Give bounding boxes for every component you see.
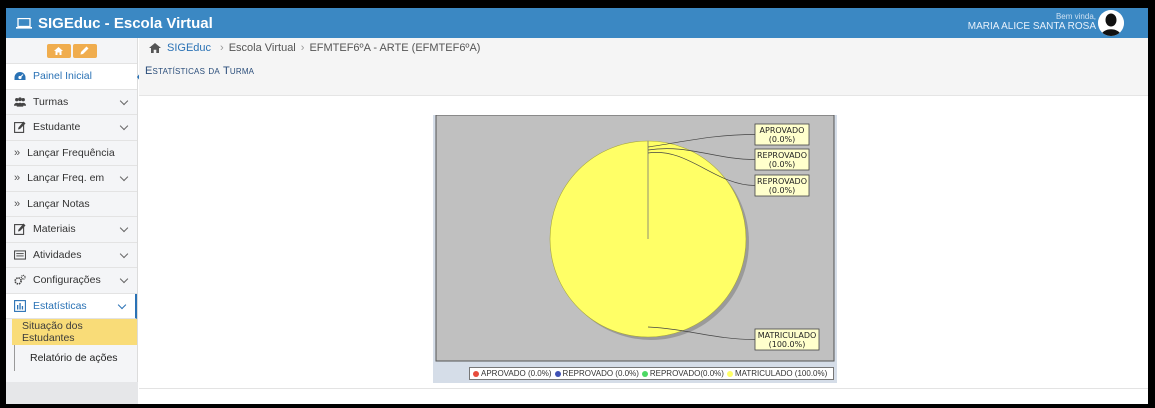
list-icon (14, 249, 26, 261)
sidebar-subitem-label: Relatório de ações (30, 352, 118, 364)
legend-label: REPROVADO(0.0%) (649, 369, 724, 378)
user-name[interactable]: MARIA ALICE SANTA ROSA (968, 21, 1096, 33)
sidebar-item-lancar-notas[interactable]: » Lançar Notas (6, 192, 137, 217)
edit-icon (14, 121, 26, 134)
sidebar-item-lancar-frequencia[interactable]: » Lançar Frequência (6, 141, 137, 166)
sidebar-tools (6, 38, 137, 64)
chevron-down-icon (119, 249, 129, 258)
slice-label-matriculado: MATRICULADO(100.0%) (754, 328, 820, 351)
sidebar-item-label: Lançar Frequência (27, 146, 115, 159)
greeting-text: Bem vinda, (1055, 12, 1096, 21)
slice-label-name: APROVADO (760, 126, 805, 135)
laptop-icon (16, 17, 32, 29)
page-title: Estatísticas da Turma (139, 58, 1148, 96)
gears-icon (14, 274, 26, 286)
brand[interactable]: SIGEduc - Escola Virtual (16, 8, 213, 38)
sidebar-item-label: Configurações (33, 274, 101, 287)
sidebar-item-label: Atividades (33, 248, 82, 261)
breadcrumb-level1[interactable]: Escola Virtual (229, 42, 296, 54)
sidebar-item-label: Painel Inicial (33, 70, 92, 83)
screen: SIGEduc - Escola Virtual Bem vinda, MARI… (6, 8, 1148, 404)
legend-swatch (641, 370, 648, 377)
chevron-down-icon (119, 223, 129, 233)
sidebar-item-label: Turmas (33, 95, 69, 108)
legend-label: APROVADO (0.0%) (481, 369, 552, 378)
edit-icon (14, 223, 26, 236)
sidebar-item-label: Estatísticas (33, 299, 87, 312)
breadcrumb: SIGEduc › Escola Virtual › EFMTEF6ºA - A… (139, 38, 1148, 58)
sidebar-footer (6, 382, 138, 404)
slice-label-value: (0.0%) (769, 135, 796, 144)
sidebar: Painel Inicial Turmas Estudante » Lançar… (6, 38, 144, 404)
chevron-down-icon (117, 300, 127, 309)
sidebar-item-label: Lançar Freq. em (27, 172, 105, 185)
sidebar-item-estudante[interactable]: Estudante (6, 115, 137, 141)
chevron-down-icon (119, 121, 129, 131)
sidebar-item-label: Materiais (33, 223, 76, 236)
breadcrumb-separator: › (220, 42, 224, 54)
home-icon[interactable] (149, 43, 161, 53)
sidebar-item-label: Lançar Notas (27, 197, 90, 210)
chart-legend: APROVADO (0.0%) REPROVADO (0.0%) REPROVADO… (469, 367, 835, 380)
breadcrumb-level2: EFMTEF6ºA - ARTE (EFMTEF6ºA) (309, 42, 481, 54)
slice-label-name: MATRICULADO (758, 331, 817, 340)
double-chevron-icon: » (14, 172, 21, 185)
legend-swatch (726, 370, 733, 377)
chevron-down-icon (119, 96, 129, 105)
breadcrumb-root[interactable]: SIGEduc (167, 42, 211, 54)
legend-label: MATRICULADO (100.0%) (734, 369, 828, 378)
slice-label-value: (0.0%) (769, 160, 796, 169)
legend-item: APROVADO (0.0%) (473, 369, 552, 378)
users-icon (14, 96, 26, 108)
chevron-down-icon (119, 172, 129, 182)
sidebar-subitem-label: Situação dos Estudantes (22, 320, 83, 344)
bar-chart-icon (14, 299, 26, 312)
sidebar-item-configuracoes[interactable]: Configurações (6, 268, 137, 294)
home-button[interactable] (46, 43, 71, 58)
user-welcome: Bem vinda, MARIA ALICE SANTA ROSA (968, 12, 1096, 33)
edit-button[interactable] (72, 43, 97, 58)
pie-chart-svg: APROVADO(0.0%)REPROVADO(0.0%)REPROVADO(0… (435, 115, 835, 362)
sidebar-item-lancar-freq-em[interactable]: » Lançar Freq. em (6, 166, 137, 192)
slice-label-aprovado: APROVADO(0.0%) (754, 123, 810, 146)
double-chevron-icon: » (14, 146, 21, 159)
legend-label: REPROVADO (0.0%) (562, 369, 639, 378)
app-title: SIGEduc - Escola Virtual (38, 14, 213, 32)
slice-label-value: (0.0%) (769, 186, 796, 195)
sidebar-item-painel-inicial[interactable]: Painel Inicial (6, 64, 144, 90)
legend-item: REPROVADO (0.0%) (554, 369, 639, 378)
pencil-icon (80, 46, 89, 55)
chevron-down-icon (119, 274, 129, 284)
sidebar-subitem-situacao-estudantes[interactable]: Situação dos Estudantes (12, 319, 137, 345)
sidebar-item-turmas[interactable]: Turmas (6, 90, 137, 115)
slice-label-reprovado: REPROVADO(0.0%) (754, 148, 810, 171)
slice-label-value: (100.0%) (769, 340, 806, 349)
sidebar-item-atividades[interactable]: Atividades (6, 243, 137, 268)
slice-label-reprovado: REPROVADO(0.0%) (754, 174, 810, 197)
dashboard-icon (14, 70, 26, 82)
double-chevron-icon: » (14, 197, 21, 210)
footer-divider (139, 388, 1148, 389)
legend-swatch (473, 370, 479, 377)
breadcrumb-separator: › (300, 42, 305, 54)
legend-item: MATRICULADO (100.0%) (726, 369, 828, 378)
slice-label-name: REPROVADO (757, 151, 807, 160)
slice-label-name: REPROVADO (757, 177, 807, 186)
main-content: SIGEduc › Escola Virtual › EFMTEF6ºA - A… (139, 38, 1148, 404)
sidebar-item-estatisticas[interactable]: Estatísticas (6, 293, 137, 319)
top-bar: SIGEduc - Escola Virtual Bem vinda, MARI… (6, 8, 1148, 38)
sidebar-item-materiais[interactable]: Materiais (6, 217, 137, 243)
user-silhouette-icon (1098, 10, 1124, 36)
avatar[interactable] (1098, 10, 1124, 36)
sidebar-subitem-relatorio-acoes[interactable]: Relatório de ações (14, 345, 137, 371)
home-icon (54, 46, 63, 55)
sidebar-item-label: Estudante (33, 121, 81, 134)
legend-item: REPROVADO(0.0%) (641, 369, 724, 378)
pie-chart: APROVADO (0.0%) REPROVADO (0.0%) REPROVADO (0… (433, 115, 837, 383)
legend-swatch (554, 370, 561, 377)
